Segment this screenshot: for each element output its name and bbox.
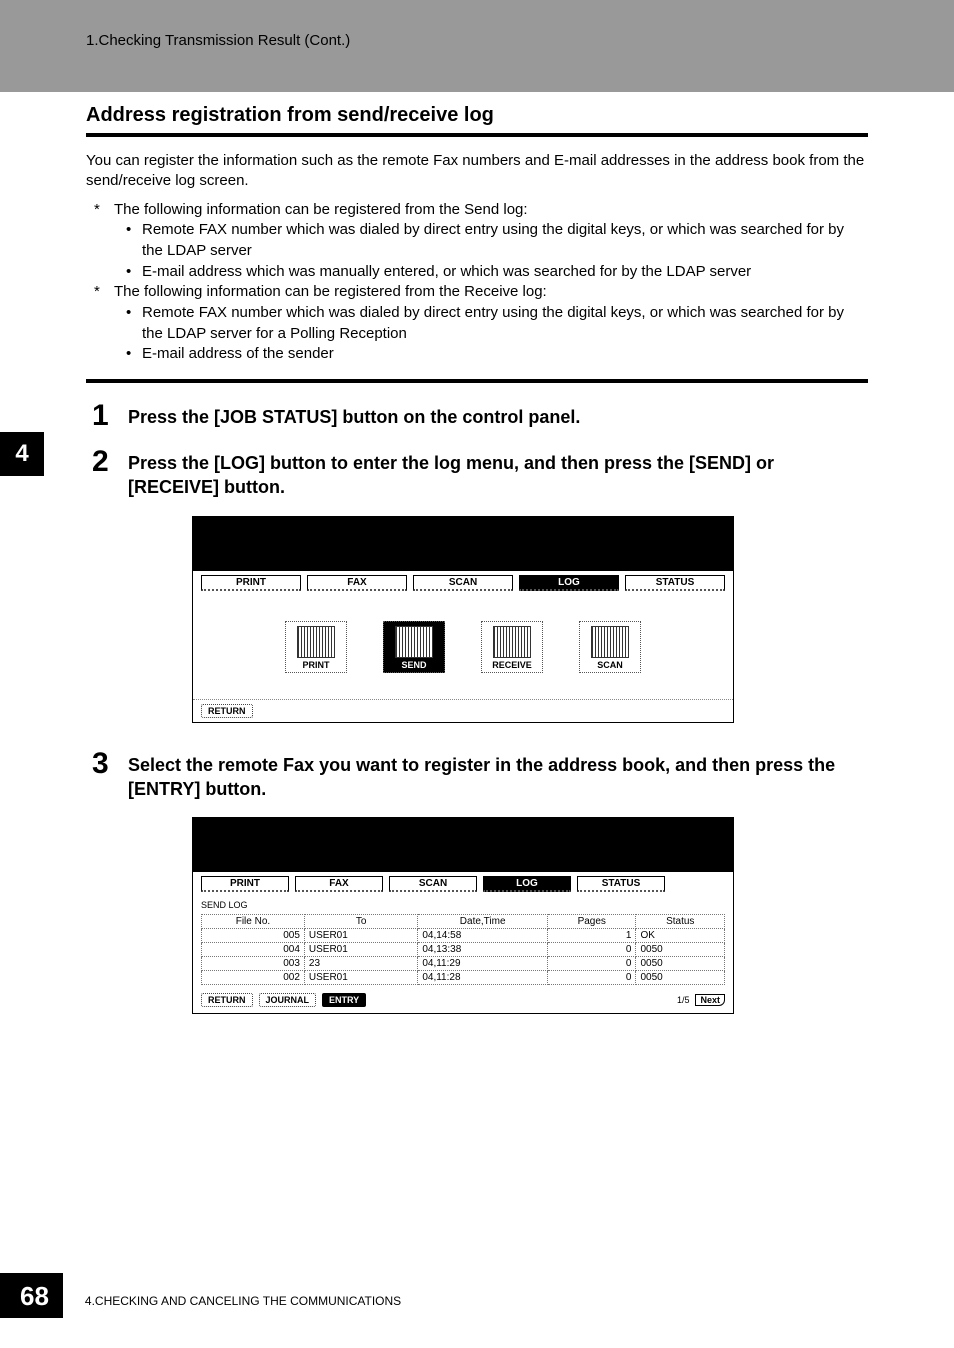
list-title: SEND LOG [193,898,733,914]
col-pages: Pages [548,915,636,929]
cell: OK [636,929,725,943]
log-send-button[interactable]: SEND [383,621,445,673]
journal-button[interactable]: JOURNAL [259,993,317,1007]
col-to: To [304,915,417,929]
section-title: Address registration from send/receive l… [86,104,868,127]
icon-label: SCAN [582,660,638,670]
footer-chapter-title: 4.CHECKING AND CANCELING THE COMMUNICATI… [85,1294,401,1318]
cell: 004 [202,943,305,957]
list-item-text: The following information can be registe… [114,201,528,218]
cell: 0 [548,957,636,971]
sub-list-item: Remote FAX number which was dialed by di… [114,303,868,344]
icon-label: PRINT [288,660,344,670]
sub-list-item: E-mail address of the sender [114,344,868,365]
bottom-bar: RETURN JOURNAL ENTRY 1/5 Next [193,991,733,1013]
list-item-text: The following information can be registe… [114,283,547,300]
info-list: The following information can be registe… [86,200,868,366]
page-indicator: 1/5 [677,995,690,1005]
device-screen-log-menu: PRINT FAX SCAN LOG STATUS PRINT SEND REC… [192,516,734,723]
tab-print[interactable]: PRINT [201,876,289,892]
step-1: 1 Press the [JOB STATUS] button on the c… [92,401,868,431]
return-button[interactable]: RETURN [201,704,253,718]
log-icon-row: PRINT SEND RECEIVE SCAN [193,597,733,699]
step-text: Select the remote Fax you want to regist… [128,749,868,802]
chapter-tab: 4 [0,432,44,476]
tab-fax[interactable]: FAX [307,575,407,591]
step-3: 3 Select the remote Fax you want to regi… [92,749,868,802]
tab-status[interactable]: STATUS [625,575,725,591]
page-header: 1.Checking Transmission Result (Cont.) [0,0,954,92]
step-number: 2 [92,447,116,500]
cell: 0050 [636,957,725,971]
cell: 0 [548,943,636,957]
pager: 1/5 Next [677,994,725,1006]
icon-label: RECEIVE [484,660,540,670]
cell: USER01 [304,971,417,985]
cell: USER01 [304,943,417,957]
col-file-no: File No. [202,915,305,929]
tab-scan[interactable]: SCAN [413,575,513,591]
step-text: Press the [LOG] button to enter the log … [128,447,868,500]
table-row[interactable]: 002 USER01 04,11:28 0 0050 [202,971,725,985]
step-number: 3 [92,749,116,802]
cell: 005 [202,929,305,943]
intro-text: You can register the information such as… [86,151,868,192]
cell: 04,11:29 [418,957,548,971]
table-header-row: File No. To Date,Time Pages Status [202,915,725,929]
page-footer: 68 4.CHECKING AND CANCELING THE COMMUNIC… [0,1273,401,1318]
table-row[interactable]: 004 USER01 04,13:38 0 0050 [202,943,725,957]
log-print-button[interactable]: PRINT [285,621,347,673]
icon-label: SEND [386,660,442,670]
return-button[interactable]: RETURN [201,993,253,1007]
tab-status[interactable]: STATUS [577,876,665,892]
list-item: The following information can be registe… [86,282,868,365]
tab-log[interactable]: LOG [483,876,571,892]
tab-row: PRINT FAX SCAN LOG STATUS [193,872,733,898]
cell: 04,13:38 [418,943,548,957]
cell: 04,11:28 [418,971,548,985]
page-number: 68 [0,1273,63,1318]
sub-list-item: Remote FAX number which was dialed by di… [114,220,868,261]
screen-header [193,818,733,872]
log-receive-button[interactable]: RECEIVE [481,621,543,673]
tab-row: PRINT FAX SCAN LOG STATUS [193,571,733,597]
tab-print[interactable]: PRINT [201,575,301,591]
log-scan-button[interactable]: SCAN [579,621,641,673]
list-item: The following information can be registe… [86,200,868,283]
cell: 0050 [636,971,725,985]
step-text: Press the [JOB STATUS] button on the con… [128,401,580,431]
breadcrumb: 1.Checking Transmission Result (Cont.) [86,32,954,49]
printer-icon [297,626,335,658]
divider [86,379,868,383]
cell: USER01 [304,929,417,943]
step-number: 1 [92,401,116,431]
tab-scan[interactable]: SCAN [389,876,477,892]
cell: 002 [202,971,305,985]
receive-icon [493,626,531,658]
next-button[interactable]: Next [695,994,725,1006]
cell: 23 [304,957,417,971]
cell: 003 [202,957,305,971]
cell: 0050 [636,943,725,957]
col-status: Status [636,915,725,929]
tab-fax[interactable]: FAX [295,876,383,892]
col-datetime: Date,Time [418,915,548,929]
tab-log[interactable]: LOG [519,575,619,591]
send-icon [395,626,433,658]
step-2: 2 Press the [LOG] button to enter the lo… [92,447,868,500]
bottom-bar: RETURN [193,699,733,722]
table-row[interactable]: 005 USER01 04,14:58 1 OK [202,929,725,943]
sub-list-item: E-mail address which was manually entere… [114,262,868,283]
table-row[interactable]: 003 23 04,11:29 0 0050 [202,957,725,971]
divider [86,133,868,137]
cell: 1 [548,929,636,943]
screen-header [193,517,733,571]
entry-button[interactable]: ENTRY [322,993,366,1007]
send-log-table: File No. To Date,Time Pages Status 005 U… [201,914,725,985]
cell: 0 [548,971,636,985]
cell: 04,14:58 [418,929,548,943]
scan-icon [591,626,629,658]
device-screen-send-log: PRINT FAX SCAN LOG STATUS SEND LOG File … [192,817,734,1014]
